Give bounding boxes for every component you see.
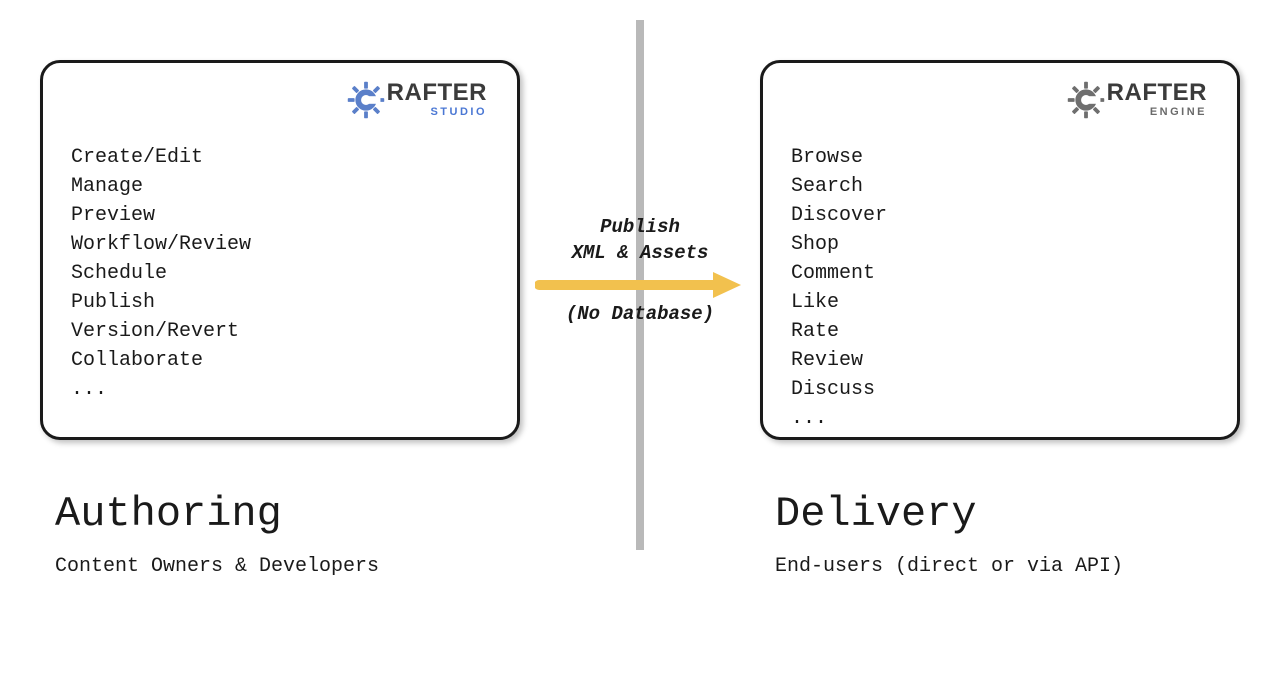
logo-brand-rest: RAFTER — [1107, 79, 1207, 106]
authoring-panel: RAFTER STUDIO Create/EditManagePreviewWo… — [40, 60, 520, 440]
delivery-feature-item: Search — [791, 172, 1209, 201]
logo-subbrand: ENGINE — [1107, 107, 1207, 118]
authoring-feature-item: Schedule — [71, 259, 489, 288]
delivery-feature-item: Comment — [791, 259, 1209, 288]
authoring-feature-item: ... — [71, 375, 489, 404]
authoring-feature-item: Manage — [71, 172, 489, 201]
authoring-subtitle: Content Owners & Developers — [55, 555, 379, 578]
authoring-feature-item: Publish — [71, 288, 489, 317]
authoring-feature-item: Version/Revert — [71, 317, 489, 346]
delivery-feature-list: BrowseSearchDiscoverShopCommentLikeRateR… — [791, 143, 1209, 433]
diagram-root: RAFTER STUDIO Create/EditManagePreviewWo… — [0, 0, 1280, 680]
delivery-feature-item: Like — [791, 288, 1209, 317]
delivery-feature-item: Shop — [791, 230, 1209, 259]
delivery-feature-item: ... — [791, 404, 1209, 433]
delivery-feature-item: Discover — [791, 201, 1209, 230]
flow-label-line1: Publish — [530, 215, 750, 241]
publish-flow: Publish XML & Assets (No Database) — [530, 215, 750, 328]
flow-label-line2: XML & Assets — [530, 241, 750, 267]
authoring-feature-list: Create/EditManagePreviewWorkflow/ReviewS… — [71, 143, 489, 404]
delivery-subtitle: End-users (direct or via API) — [775, 555, 1123, 578]
arrow-right-icon — [535, 270, 745, 300]
gear-icon — [347, 81, 385, 119]
logo-brand-rest: RAFTER — [387, 79, 487, 106]
authoring-feature-item: Workflow/Review — [71, 230, 489, 259]
authoring-feature-item: Create/Edit — [71, 143, 489, 172]
delivery-feature-item: Browse — [791, 143, 1209, 172]
authoring-title: Authoring — [55, 490, 282, 538]
crafter-engine-logo: RAFTER ENGINE — [1067, 81, 1207, 119]
authoring-feature-item: Preview — [71, 201, 489, 230]
delivery-feature-item: Discuss — [791, 375, 1209, 404]
logo-subbrand: STUDIO — [387, 107, 487, 118]
delivery-feature-item: Rate — [791, 317, 1209, 346]
gear-icon — [1067, 81, 1105, 119]
delivery-panel: RAFTER ENGINE BrowseSearchDiscoverShopCo… — [760, 60, 1240, 440]
crafter-studio-logo: RAFTER STUDIO — [347, 81, 487, 119]
delivery-feature-item: Review — [791, 346, 1209, 375]
delivery-title: Delivery — [775, 490, 977, 538]
flow-label-line3: (No Database) — [530, 302, 750, 328]
authoring-feature-item: Collaborate — [71, 346, 489, 375]
